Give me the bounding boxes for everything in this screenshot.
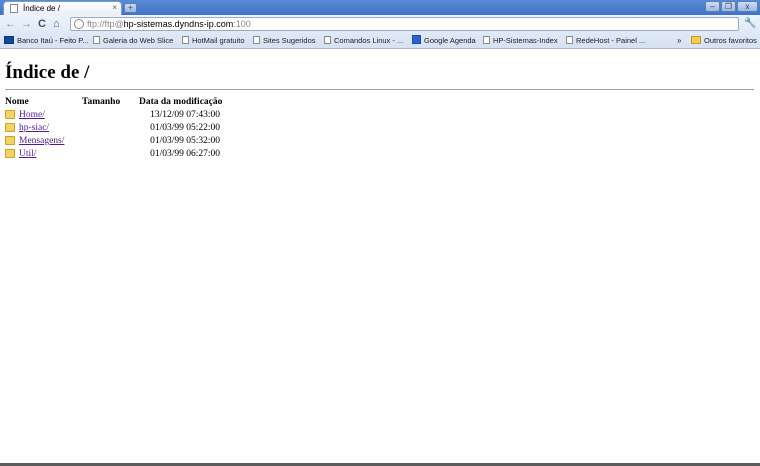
wrench-icon[interactable]: 🔧	[744, 18, 756, 30]
bookmark-label: Sites Sugeridos	[263, 36, 316, 45]
bookmark-label: HotMail gratuito	[192, 36, 245, 45]
modified-date: 01/03/99 06:27:00	[150, 149, 220, 159]
bookmark-label: HP-Sistemas-Index	[493, 36, 558, 45]
globe-icon	[74, 19, 84, 29]
directory-link[interactable]: Home/	[19, 109, 45, 121]
bookmark-label: RedeHost - Painel ...	[576, 36, 646, 45]
close-tab-icon[interactable]: ×	[112, 2, 117, 13]
bookmark-label: Galeria do Web Slice	[103, 36, 174, 45]
calendar-icon	[412, 35, 421, 44]
column-header-name: Nome	[5, 97, 29, 107]
bookmark-item[interactable]: HP-Sistemas-Index	[483, 34, 558, 48]
bookmark-item[interactable]: Galeria do Web Slice	[93, 34, 173, 48]
directory-link[interactable]: Mensagens/	[19, 135, 64, 147]
page-icon	[10, 4, 18, 13]
bookmark-item[interactable]: HotMail gratuito	[182, 34, 245, 48]
modified-date: 01/03/99 05:32:00	[150, 136, 220, 146]
browser-toolbar: ← → C ⌂ ftp://ftp@hp-sistemas.dyndns-ip.…	[0, 15, 760, 34]
folder-icon	[5, 149, 15, 158]
page-icon	[324, 36, 331, 44]
bookmark-label: Banco Itaú - Feito P...	[17, 36, 89, 45]
folder-icon	[5, 110, 15, 119]
modified-date: 13/12/09 07:43:00	[150, 110, 220, 120]
page-icon	[182, 36, 189, 44]
bookmark-item[interactable]: RedeHost - Painel ...	[566, 34, 645, 48]
table-row: Mensagens/ 01/03/99 05:32:00	[0, 135, 300, 148]
column-header-size: Tamanho	[82, 97, 121, 107]
back-button[interactable]: ←	[5, 18, 16, 31]
address-bar[interactable]: ftp://ftp@hp-sistemas.dyndns-ip.com:100	[70, 17, 739, 31]
bookmark-item[interactable]: Google Agenda	[412, 34, 476, 48]
directory-link[interactable]: hp-siac/	[19, 122, 49, 134]
bookmarks-bar: Banco Itaú - Feito P... Galeria do Web S…	[0, 34, 760, 49]
close-window-button[interactable]: x	[737, 1, 758, 12]
title-bar: Índice de / × + – ❐ x	[0, 0, 760, 15]
other-bookmarks-label: Outros favoritos	[704, 36, 757, 45]
bookmark-item[interactable]: Comandos Linux - ...	[324, 34, 403, 48]
page-content: Índice de / Nome Tamanho Data da modific…	[0, 50, 760, 466]
bookmark-item[interactable]: Banco Itaú - Feito P...	[4, 34, 89, 48]
directory-link[interactable]: Util/	[19, 148, 36, 160]
url-scheme: ftp://ftp@	[87, 19, 124, 29]
url-host: hp-sistemas.dyndns-ip.com	[123, 19, 234, 29]
bookmark-label: Google Agenda	[424, 36, 476, 45]
url-text[interactable]: ftp://ftp@hp-sistemas.dyndns-ip.com:100	[87, 18, 251, 30]
reload-button[interactable]: C	[38, 18, 46, 31]
folder-icon	[5, 123, 15, 132]
itau-icon	[4, 36, 14, 44]
tab-title: Índice de /	[23, 4, 60, 13]
modified-date: 01/03/99 05:22:00	[150, 123, 220, 133]
new-tab-button[interactable]: +	[124, 3, 137, 13]
page-icon	[566, 36, 573, 44]
column-header-date: Data da modificação	[139, 97, 223, 107]
minimize-button[interactable]: –	[705, 1, 720, 12]
maximize-button[interactable]: ❐	[721, 1, 736, 12]
table-row: Util/ 01/03/99 06:27:00	[0, 148, 300, 161]
page-icon	[93, 36, 100, 44]
tab-indice[interactable]: Índice de / ×	[3, 1, 122, 15]
folder-icon	[691, 36, 701, 44]
table-row: Home/ 13/12/09 07:43:00	[0, 109, 300, 122]
page-icon	[483, 36, 490, 44]
more-bookmarks-chevron-icon[interactable]: »	[677, 34, 681, 48]
other-bookmarks-folder[interactable]: Outros favoritos	[691, 34, 757, 48]
page-title: Índice de /	[5, 62, 90, 83]
divider	[5, 89, 754, 90]
url-port: :100	[233, 19, 251, 29]
folder-icon	[5, 136, 15, 145]
forward-button[interactable]: →	[21, 18, 32, 31]
bookmark-item[interactable]: Sites Sugeridos	[253, 34, 316, 48]
table-row: hp-siac/ 01/03/99 05:22:00	[0, 122, 300, 135]
home-button[interactable]: ⌂	[53, 18, 60, 31]
page-icon	[253, 36, 260, 44]
bookmark-label: Comandos Linux - ...	[334, 36, 404, 45]
